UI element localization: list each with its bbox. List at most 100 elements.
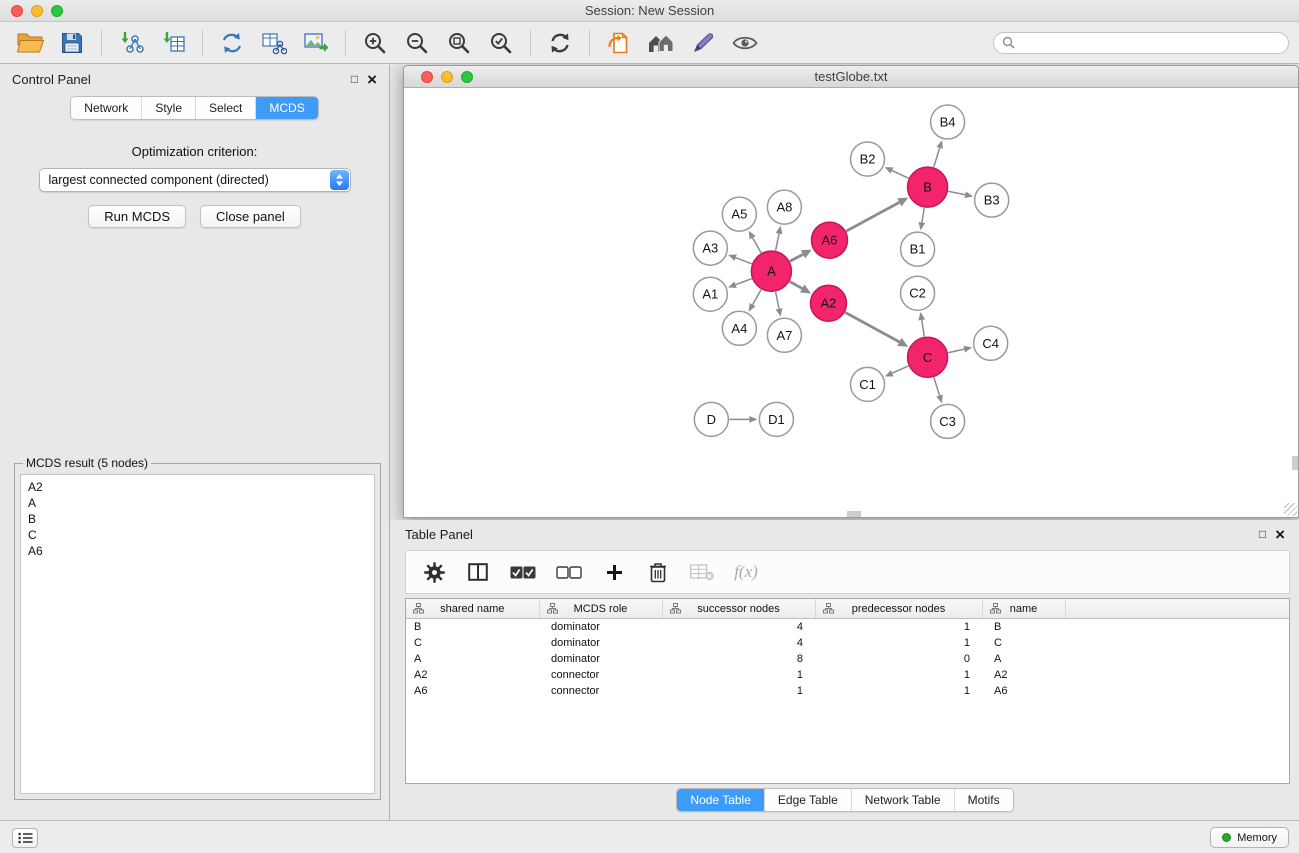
table-row[interactable]: A6connector11A6 (406, 683, 1289, 699)
graph-edge-A-A2[interactable] (790, 281, 803, 288)
minimize-window-button[interactable] (31, 5, 43, 17)
search-input[interactable] (1020, 36, 1280, 50)
export-image-button[interactable] (296, 27, 336, 59)
graph-edge-A-A4[interactable] (753, 290, 762, 305)
zoom-out-button[interactable] (397, 27, 437, 59)
zoom-network-window-button[interactable] (461, 71, 473, 83)
column-header-predecessor-nodes[interactable]: predecessor nodes (815, 599, 982, 619)
graph-edge-arrowhead (728, 282, 737, 288)
home-button[interactable] (641, 27, 681, 59)
graph-edge-C-C3[interactable] (934, 377, 940, 395)
graph-edge-A-A3[interactable] (736, 258, 752, 264)
graph-edge-B-B4[interactable] (934, 148, 940, 167)
close-network-window-button[interactable] (421, 71, 433, 83)
show-task-history-button[interactable] (12, 828, 38, 848)
mcds-result-item[interactable]: A (28, 495, 367, 511)
minimize-network-window-button[interactable] (441, 71, 453, 83)
graph-edge-A6-B[interactable] (846, 202, 899, 231)
graph-edge-A-A5[interactable] (753, 238, 762, 253)
close-window-button[interactable] (11, 5, 23, 17)
function-builder-button[interactable]: f(x) (734, 558, 758, 586)
graph-edge-B-B3[interactable] (948, 191, 965, 194)
main-toolbar (0, 22, 1299, 64)
graph-node-label: A5 (731, 207, 747, 222)
float-panel-icon[interactable]: □ (351, 73, 358, 85)
mcds-result-item[interactable]: A6 (28, 543, 367, 559)
network-table-button[interactable] (254, 27, 294, 59)
select-all-columns-button[interactable] (510, 558, 536, 586)
tab-motifs[interactable]: Motifs (955, 789, 1013, 811)
open-session-button[interactable] (10, 27, 50, 59)
close-panel-icon[interactable]: × (367, 71, 377, 88)
column-header-name[interactable]: name (982, 599, 1065, 619)
graph-node-label: B3 (984, 193, 1000, 208)
show-hide-button[interactable] (725, 27, 765, 59)
deselect-all-columns-button[interactable] (556, 558, 582, 586)
canvas-scroll-mark (847, 511, 861, 517)
graph-node-label: D (707, 412, 716, 427)
column-header-MCDS-role[interactable]: MCDS role (539, 599, 662, 619)
show-columns-button[interactable] (466, 558, 490, 586)
graph-edge-A-A7[interactable] (776, 292, 779, 309)
graph-edge-C-C4[interactable] (948, 349, 964, 353)
table-row[interactable]: Cdominator41C (406, 635, 1289, 651)
tab-style[interactable]: Style (142, 97, 196, 119)
column-sort-icon (670, 603, 681, 617)
tab-mcds[interactable]: MCDS (256, 97, 317, 119)
table-row[interactable]: A2connector11A2 (406, 667, 1289, 683)
table-row[interactable]: Adominator80A (406, 651, 1289, 667)
mcds-result-item[interactable]: B (28, 511, 367, 527)
optimization-dropdown[interactable]: largest connected component (directed) (39, 168, 351, 192)
tab-select[interactable]: Select (196, 97, 256, 119)
zoom-fit-button[interactable] (439, 27, 479, 59)
tab-node-table[interactable]: Node Table (677, 789, 765, 811)
network-canvas[interactable]: B4B2BB3A5A8A6B1A3AC2A1A2A4A7C4CC1C3DD1 (404, 88, 1298, 517)
create-column-button[interactable] (602, 558, 626, 586)
tab-network-table[interactable]: Network Table (852, 789, 955, 811)
table-row[interactable]: Bdominator41B (406, 619, 1289, 635)
graph-edge-B-B2[interactable] (892, 171, 909, 179)
graph-edge-C-C1[interactable] (892, 366, 908, 373)
clone-network-button[interactable] (212, 27, 252, 59)
zoom-in-button[interactable] (355, 27, 395, 59)
network-graph: B4B2BB3A5A8A6B1A3AC2A1A2A4A7C4CC1C3DD1 (404, 88, 1298, 517)
column-sort-icon (823, 603, 834, 617)
mcds-result-title: MCDS result (5 nodes) (23, 456, 151, 470)
delete-column-button[interactable] (646, 558, 670, 586)
import-table-button[interactable] (153, 27, 193, 59)
import-network-button[interactable] (111, 27, 151, 59)
graph-edge-A2-C[interactable] (845, 312, 899, 342)
save-floppy-icon (60, 31, 84, 55)
graph-edge-C-C2[interactable] (922, 320, 925, 337)
mcds-result-item[interactable]: C (28, 527, 367, 543)
table-settings-button[interactable] (422, 558, 446, 586)
zoom-window-button[interactable] (51, 5, 63, 17)
delete-table-button[interactable] (690, 558, 714, 586)
graph-edge-A-A6[interactable] (790, 254, 803, 261)
zoom-fit-icon (447, 31, 471, 55)
run-mcds-button[interactable]: Run MCDS (88, 205, 186, 228)
mcds-result-item[interactable]: A2 (28, 479, 367, 495)
style-pen-button[interactable] (683, 27, 723, 59)
graph-edge-A-A1[interactable] (736, 279, 752, 285)
graph-edge-A-A8[interactable] (776, 234, 779, 251)
close-panel-button[interactable]: Close panel (200, 205, 301, 228)
column-header-shared-name[interactable]: shared name (406, 599, 539, 619)
zoom-selected-button[interactable] (481, 27, 521, 59)
graph-edge-arrowhead (919, 222, 926, 230)
manual-button[interactable] (599, 27, 639, 59)
memory-label: Memory (1237, 832, 1277, 844)
node-table-body: Bdominator41BCdominator41CAdominator80AA… (406, 619, 1289, 699)
table-tab-group: Node TableEdge TableNetwork TableMotifs (676, 788, 1013, 812)
tab-edge-table[interactable]: Edge Table (765, 789, 852, 811)
graph-edge-B-B1[interactable] (922, 208, 924, 223)
close-table-panel-icon[interactable]: × (1275, 526, 1285, 543)
memory-button[interactable]: Memory (1210, 827, 1289, 848)
tab-network[interactable]: Network (71, 97, 142, 119)
resize-grip[interactable] (1284, 503, 1297, 516)
save-session-button[interactable] (52, 27, 92, 59)
column-header-successor-nodes[interactable]: successor nodes (662, 599, 815, 619)
refresh-layout-button[interactable] (540, 27, 580, 59)
table-toolbar: f(x) (405, 550, 1290, 594)
float-table-panel-icon[interactable]: □ (1259, 528, 1266, 540)
